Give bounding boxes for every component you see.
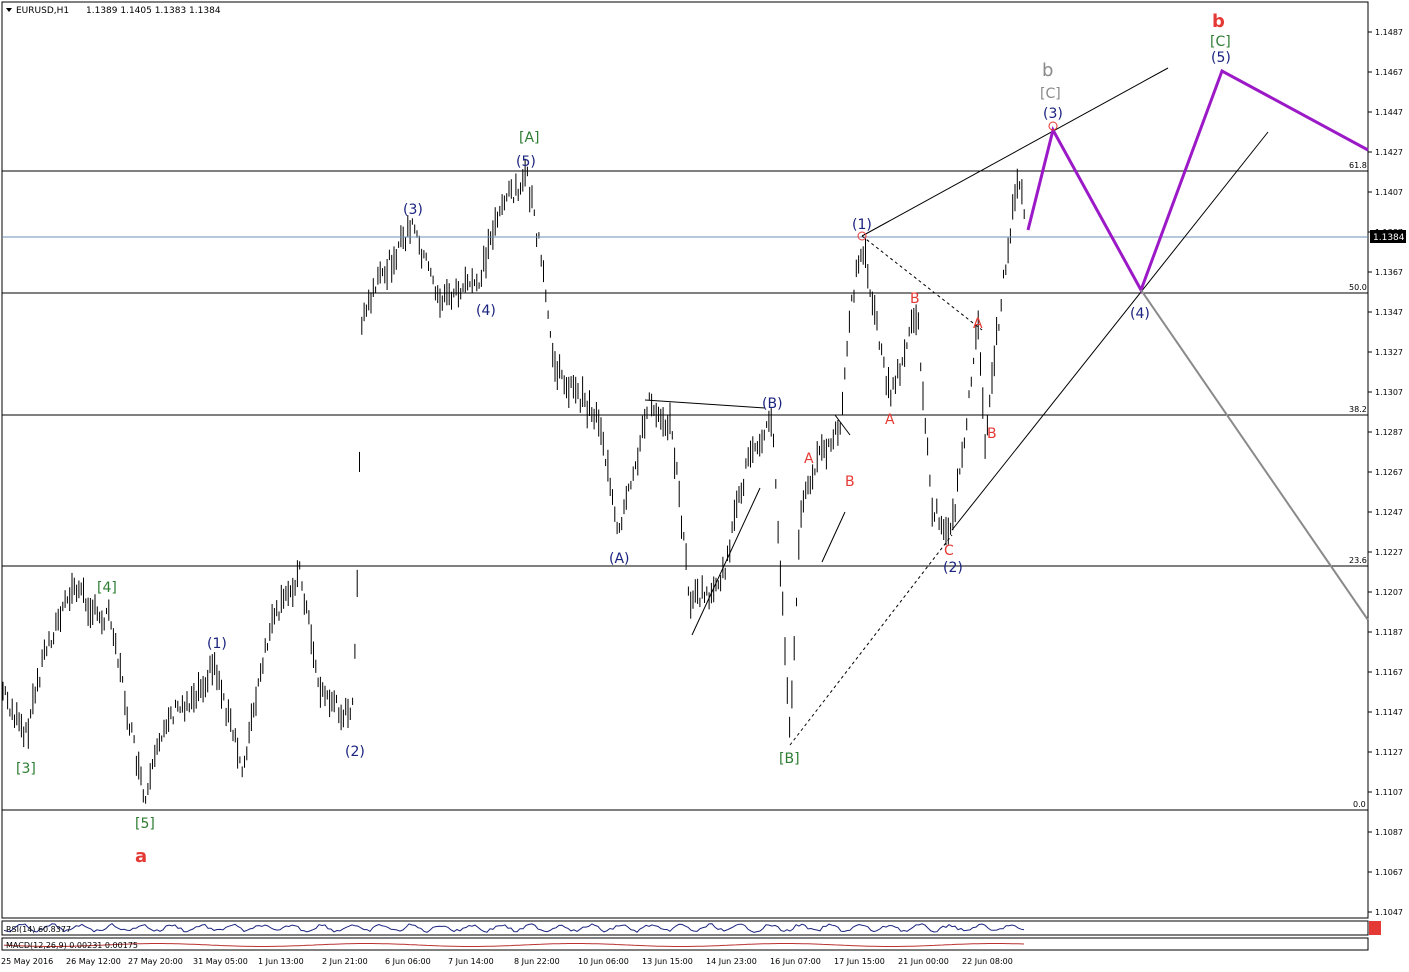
- wave-label-g4: [4]: [97, 580, 117, 596]
- wave-label-gC: [C]: [1210, 34, 1231, 50]
- wave-label-rA2: A: [885, 412, 895, 428]
- wave-label-p2a: (2): [345, 744, 365, 760]
- time-tick-label: 2 Jun 21:00: [322, 957, 368, 966]
- time-tick-label: 22 Jun 08:00: [962, 957, 1013, 966]
- wave-label-p4b: (4): [1130, 306, 1150, 322]
- wave-label-p3b: (3): [1043, 106, 1063, 122]
- price-tick-label: 1.1207: [1375, 588, 1403, 597]
- wave-label-gA: [A]: [519, 130, 540, 146]
- wave-label-rA1: A: [804, 451, 814, 467]
- rsi-panel[interactable]: [1, 920, 1369, 936]
- fib-label-0: 0.0: [1353, 800, 1366, 809]
- time-tick-label: 27 May 20:00: [128, 957, 183, 966]
- ohlc-values: 1.1389 1.1405 1.1383 1.1384: [86, 6, 221, 16]
- price-tick-label: 1.1327: [1375, 348, 1403, 357]
- price-tick-label: 1.1287: [1375, 428, 1403, 437]
- time-tick-label: 16 Jun 07:00: [770, 957, 821, 966]
- time-tick-label: 21 Jun 00:00: [898, 957, 949, 966]
- wave-label-rC3: C: [944, 543, 954, 559]
- wave-label-p2b: (2): [943, 560, 963, 576]
- price-tick-label: 1.1427: [1375, 148, 1403, 157]
- main-plot-area[interactable]: [1, 1, 1369, 919]
- price-tick-label: 1.1407: [1375, 188, 1403, 197]
- price-tick-label: 1.1087: [1375, 828, 1403, 837]
- time-tick-label: 1 Jun 13:00: [258, 957, 304, 966]
- wave-label-rB3: B: [987, 426, 997, 442]
- wave-label-rB2: B: [910, 291, 920, 307]
- fib-label-50: 50.0: [1349, 283, 1367, 292]
- price-tick-label: 1.1067: [1375, 868, 1403, 877]
- wave-label-rB1: B: [845, 474, 855, 490]
- wave-label-gB: [B]: [779, 751, 800, 767]
- wave-label-pB: (B): [762, 396, 783, 412]
- fib-label-38-2: 38.2: [1349, 405, 1367, 414]
- time-tick-label: 7 Jun 14:00: [448, 957, 494, 966]
- time-axis[interactable]: 25 May 2016 26 May 12:00 27 May 20:00 31 Ma…: [1, 957, 1013, 966]
- time-tick-label: 10 Jun 06:00: [578, 957, 629, 966]
- price-tick-label: 1.1467: [1375, 68, 1403, 77]
- wave-label-p5b: (5): [1211, 50, 1231, 66]
- time-tick-label: 26 May 12:00: [66, 957, 121, 966]
- price-tick-label: 1.1347: [1375, 308, 1403, 317]
- wave-label-g3: [3]: [16, 761, 36, 777]
- time-tick-label: 25 May 2016: [1, 957, 53, 966]
- wave-label-pA: (A): [609, 551, 630, 567]
- time-tick-label: 13 Jun 15:00: [642, 957, 693, 966]
- wave-label-a: a: [135, 846, 147, 867]
- current-price-value: 1.1384: [1373, 233, 1405, 243]
- wave-label-gray-b: b: [1042, 60, 1053, 81]
- wave-label-p5a: (5): [516, 154, 536, 170]
- price-tick-label: 1.1147: [1375, 708, 1403, 717]
- price-chart[interactable]: 61.8 50.0 38.2 23.6 0.0 a b [3] [4] [5] …: [0, 0, 1409, 972]
- wave-label-b: b: [1212, 11, 1225, 32]
- price-tick-label: 1.1247: [1375, 508, 1403, 517]
- price-tick-label: 1.1107: [1375, 788, 1403, 797]
- macd-label: MACD(12,26,9) 0.00231 0.00175: [6, 941, 138, 950]
- price-tick-label: 1.1227: [1375, 548, 1403, 557]
- price-tick-label: 1.1367: [1375, 268, 1403, 277]
- rsi-label: RSI(14) 60.8377: [6, 925, 71, 934]
- price-tick-label: 1.1047: [1375, 908, 1403, 917]
- price-tick-label: 1.1127: [1375, 748, 1403, 757]
- time-tick-label: 14 Jun 23:00: [706, 957, 757, 966]
- wave-label-p4a: (4): [476, 303, 496, 319]
- price-tick-label: 1.1267: [1375, 468, 1403, 477]
- wave-label-p1b: (1): [852, 217, 872, 233]
- price-tick-label: 1.1447: [1375, 108, 1403, 117]
- rsi-scale-marker: [1369, 921, 1381, 935]
- wave-label-p3a: (3): [403, 202, 423, 218]
- wave-label-p1a: (1): [207, 636, 227, 652]
- time-tick-label: 17 Jun 15:00: [834, 957, 885, 966]
- time-tick-label: 8 Jun 22:00: [514, 957, 560, 966]
- fib-label-23-6: 23.6: [1349, 556, 1367, 565]
- wave-label-rA3: A: [973, 316, 983, 332]
- wave-label-g5: [5]: [135, 816, 155, 832]
- price-tick-label: 1.1187: [1375, 628, 1403, 637]
- fib-label-61-8: 61.8: [1349, 161, 1367, 170]
- time-tick-label: 31 May 05:00: [193, 957, 248, 966]
- symbol-title: EURUSD,H1: [16, 6, 69, 16]
- price-tick-label: 1.1307: [1375, 388, 1403, 397]
- macd-panel[interactable]: [1, 937, 1369, 951]
- time-tick-label: 6 Jun 06:00: [385, 957, 431, 966]
- price-tick-label: 1.1167: [1375, 668, 1403, 677]
- wave-label-gray-C: [C]: [1040, 86, 1061, 102]
- price-tick-label: 1.1487: [1375, 28, 1403, 37]
- price-axis[interactable]: 1.14871.14671.14471.14271.14071.13871.13…: [1368, 28, 1403, 917]
